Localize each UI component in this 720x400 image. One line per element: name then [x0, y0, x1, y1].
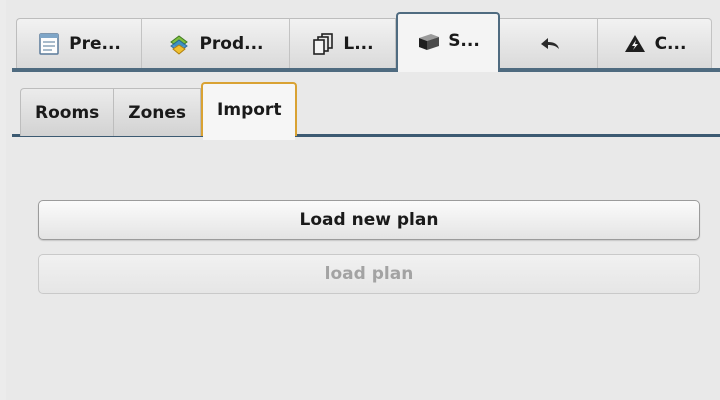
tab-rooms-label: Rooms: [35, 102, 100, 123]
load-new-plan-label: Load new plan: [299, 210, 439, 230]
tab-s-label: S...: [448, 31, 480, 51]
tab-layers-label: L...: [343, 33, 374, 54]
sub-tab-bar: Rooms Zones Import: [20, 82, 298, 140]
load-plan-button: load plan: [38, 254, 700, 294]
tab-products[interactable]: Prod...: [142, 18, 290, 68]
tab-s[interactable]: S...: [396, 12, 500, 72]
tab-pre-label: Pre...: [69, 33, 121, 54]
tab-layers[interactable]: L...: [290, 18, 396, 68]
load-new-plan-button[interactable]: Load new plan: [38, 200, 700, 240]
warning-icon: [623, 32, 647, 56]
tab-zones[interactable]: Zones: [114, 88, 202, 136]
import-panel: Load new plan load plan: [12, 137, 720, 400]
tab-import[interactable]: Import: [201, 82, 298, 140]
tab-rooms[interactable]: Rooms: [20, 88, 115, 136]
tab-undo[interactable]: [500, 18, 598, 68]
document-icon: [37, 32, 61, 56]
tab-c-label: C...: [654, 33, 687, 54]
tab-zones-label: Zones: [128, 102, 187, 123]
tab-products-label: Prod...: [199, 33, 264, 54]
layers-icon: [311, 32, 335, 56]
tab-import-label: Import: [217, 100, 282, 120]
products-icon: [167, 32, 191, 56]
undo-icon: [537, 32, 561, 56]
box-icon: [416, 29, 440, 53]
app-frame: Pre... Prod... L... S... C... Rooms Zone…: [0, 0, 720, 400]
tab-c[interactable]: C...: [598, 18, 712, 68]
main-tab-bar: Pre... Prod... L... S... C...: [12, 12, 720, 72]
load-plan-label: load plan: [324, 264, 414, 284]
tab-pre[interactable]: Pre...: [16, 18, 142, 68]
